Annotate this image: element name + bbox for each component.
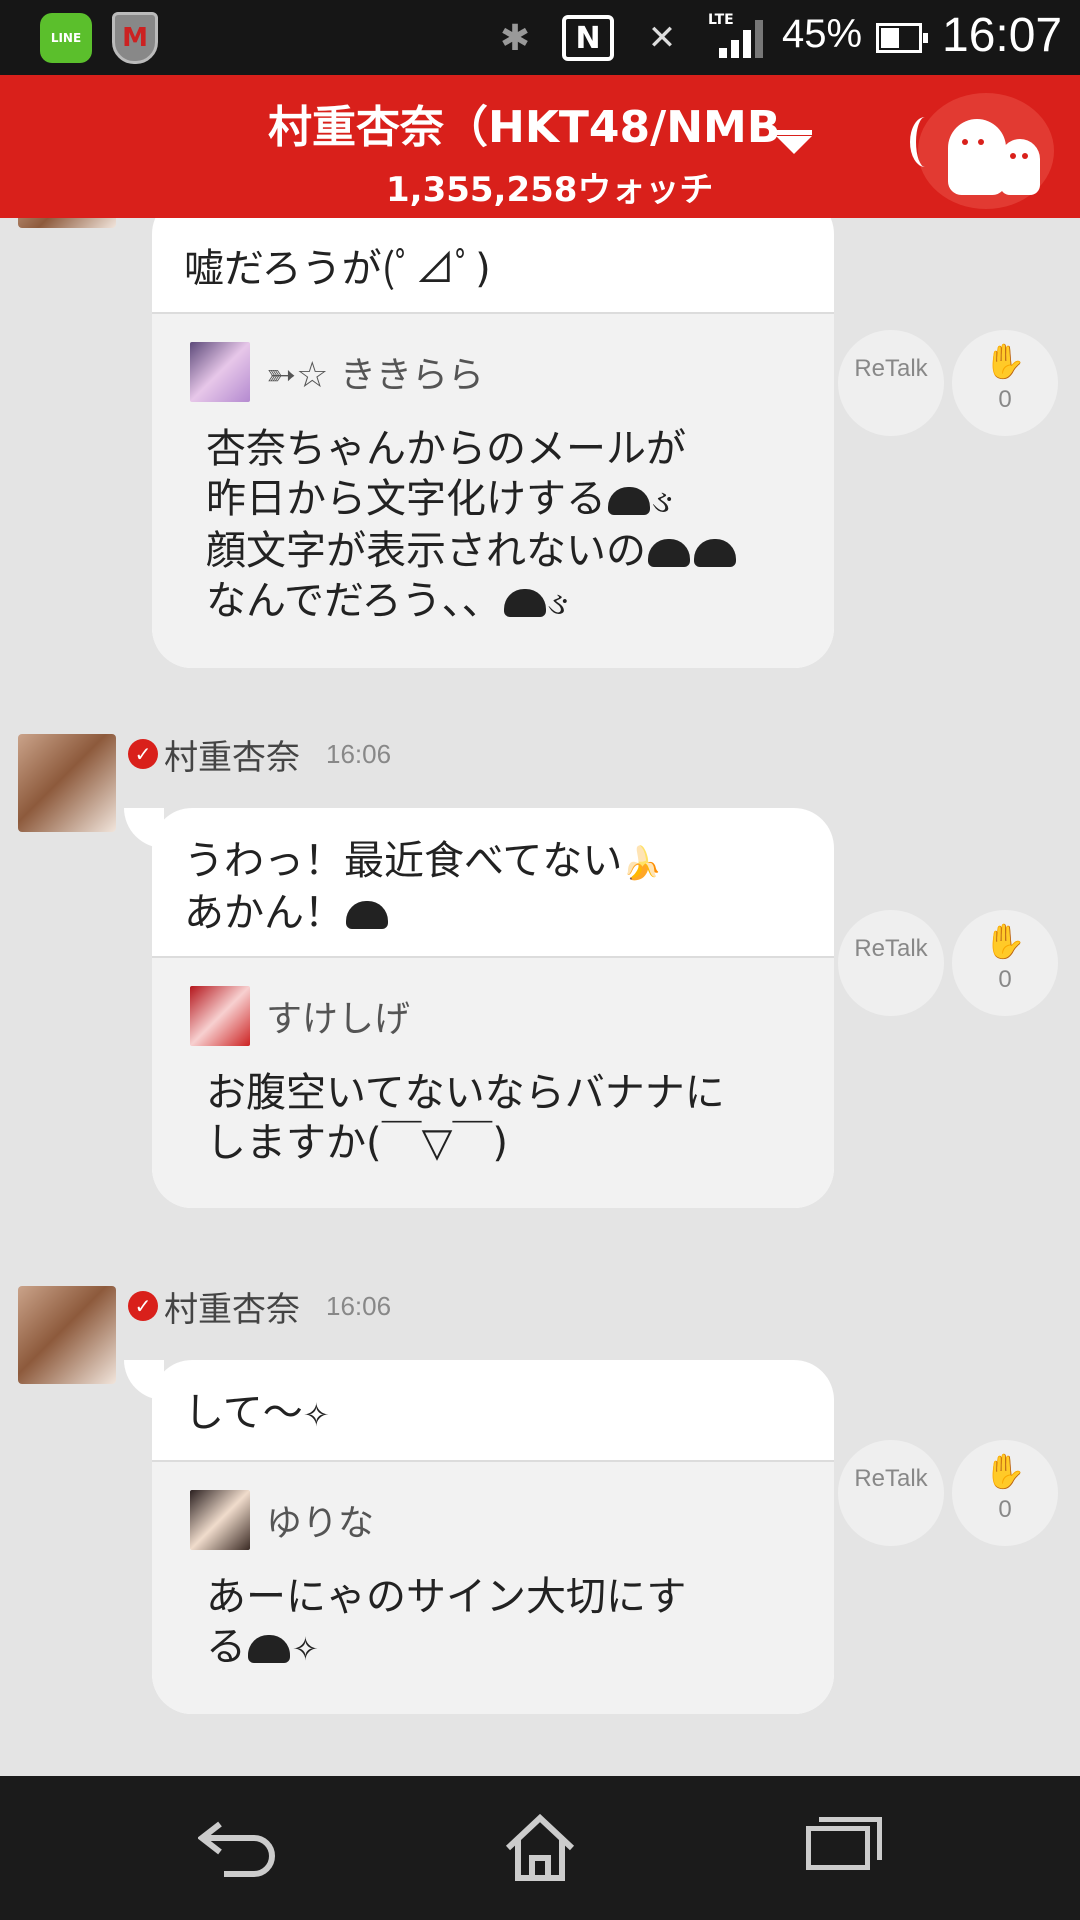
reply-text: お腹空いてないならバナナに しますか(￣▽￣): [206, 1070, 725, 1166]
home-icon[interactable]: [500, 1810, 580, 1886]
retalk-button[interactable]: ReTalk: [838, 1440, 944, 1546]
nfc-icon: N: [562, 15, 614, 61]
author-name[interactable]: 村重杏奈: [164, 1282, 300, 1331]
retalk-button[interactable]: ReTalk: [838, 910, 944, 1016]
replier-name: ➳☆ ききらら: [266, 355, 484, 396]
retalk-icon: ReTalk: [854, 1465, 928, 1492]
sparkle-emoji-icon: ✧: [292, 1630, 319, 1668]
sweat-emoji-icon: ઙ: [652, 482, 673, 520]
page-title[interactable]: 村重杏奈（HKT48/NMB: [268, 91, 788, 155]
clap-button[interactable]: ✋ 0: [952, 910, 1058, 1016]
replier-avatar: [190, 342, 250, 402]
banana-emoji-icon: 🍌: [622, 844, 663, 882]
line-app-icon: LINE: [40, 13, 92, 63]
emoji-icon: [608, 487, 650, 515]
retalk-icon: ReTalk: [854, 355, 928, 382]
retalk-icon: ReTalk: [854, 935, 928, 962]
author-avatar[interactable]: [18, 734, 116, 832]
post-meta: ✓ 村重杏奈 16:06: [128, 730, 392, 779]
emoji-icon: [346, 901, 388, 929]
clap-button[interactable]: ✋ 0: [952, 1440, 1058, 1546]
recent-apps-icon[interactable]: [798, 1810, 882, 1886]
post-text: して〜✧: [152, 1360, 834, 1462]
sparkle-emoji-icon: ✧: [302, 1396, 330, 1434]
app-header: 村重杏奈（HKT48/NMB 1,355,258ウォッチ: [0, 75, 1080, 218]
post-text: 嘘だろうが(ﾟ⊿ﾟ): [152, 218, 834, 314]
status-clock: 16:07: [942, 9, 1063, 62]
watch-count: 1,355,258ウォッチ: [386, 170, 714, 210]
emoji-icon: [648, 539, 690, 567]
replier-avatar: [190, 1490, 250, 1550]
battery-icon: [876, 23, 928, 53]
replier-name: すけしげ: [266, 999, 411, 1040]
mascot-icon[interactable]: [910, 93, 1054, 209]
clap-button[interactable]: ✋ 0: [952, 330, 1058, 436]
quoted-reply[interactable]: ➳☆ ききらら 杏奈ちゃんからのメールが 昨日から文字化けする ઙ 顔文字が表示さ…: [152, 314, 834, 668]
post-bubble: うわっ！最近食べてない🍌 あかん！ すけしげ お腹空いてないならバナナに します…: [152, 808, 834, 1208]
battery-fill: [881, 28, 899, 48]
post-bubble: 嘘だろうが(ﾟ⊿ﾟ) ➳☆ ききらら 杏奈ちゃんからのメールが 昨日から文字化け…: [152, 218, 834, 668]
vibrate-off-icon: ✕: [647, 18, 677, 58]
clap-icon: ✋: [983, 1452, 1027, 1492]
post-time: 16:06: [326, 738, 392, 769]
talk-feed[interactable]: 嘘だろうが(ﾟ⊿ﾟ) ➳☆ ききらら 杏奈ちゃんからのメールが 昨日から文字化け…: [0, 218, 1080, 1776]
reply-text: あーにゃのサイン大切にす る ✧: [190, 1572, 796, 1674]
clap-count: 0: [998, 966, 1012, 993]
post-time: 16:06: [326, 1290, 392, 1321]
emoji-icon: [248, 1635, 290, 1663]
system-nav-bar: [0, 1776, 1080, 1920]
author-name[interactable]: 村重杏奈: [164, 730, 300, 779]
quoted-reply[interactable]: すけしげ お腹空いてないならバナナに しますか(￣▽￣): [152, 958, 834, 1208]
replier-name: ゆりな: [266, 1503, 375, 1544]
status-bar: LINE M ✱ N ✕ LTE 45% 16:07: [0, 0, 1080, 75]
emoji-icon: [503, 589, 546, 617]
verified-icon: ✓: [128, 1291, 158, 1321]
network-type-label: LTE: [708, 12, 734, 28]
clap-count: 0: [998, 386, 1012, 413]
quoted-reply[interactable]: ゆりな あーにゃのサイン大切にす る ✧: [152, 1462, 834, 1714]
retalk-button[interactable]: ReTalk: [838, 330, 944, 436]
replier-avatar: [190, 986, 250, 1046]
signal-icon: LTE: [706, 12, 768, 62]
back-icon[interactable]: [198, 1810, 278, 1886]
post-bubble: して〜✧ ゆりな あーにゃのサイン大切にす る ✧: [152, 1360, 834, 1714]
chevron-down-icon[interactable]: [774, 129, 814, 169]
mcafee-icon: M: [112, 12, 158, 64]
reply-text: 杏奈ちゃんからのメールが 昨日から文字化けする ઙ 顔文字が表示されないの なんで…: [190, 424, 796, 628]
sweat-emoji-icon: ઙ: [547, 584, 569, 622]
author-avatar[interactable]: [18, 218, 116, 228]
clap-icon: ✋: [983, 922, 1027, 962]
author-avatar[interactable]: [18, 1286, 116, 1384]
battery-percent: 45%: [782, 12, 863, 56]
verified-icon: ✓: [128, 739, 158, 769]
emoji-icon: [694, 539, 736, 567]
post-meta: ✓ 村重杏奈 16:06: [128, 1282, 392, 1331]
clap-count: 0: [998, 1496, 1012, 1523]
clap-icon: ✋: [983, 342, 1027, 382]
bluetooth-icon: ✱: [499, 17, 531, 59]
post-text: うわっ！最近食べてない🍌 あかん！: [152, 808, 834, 958]
